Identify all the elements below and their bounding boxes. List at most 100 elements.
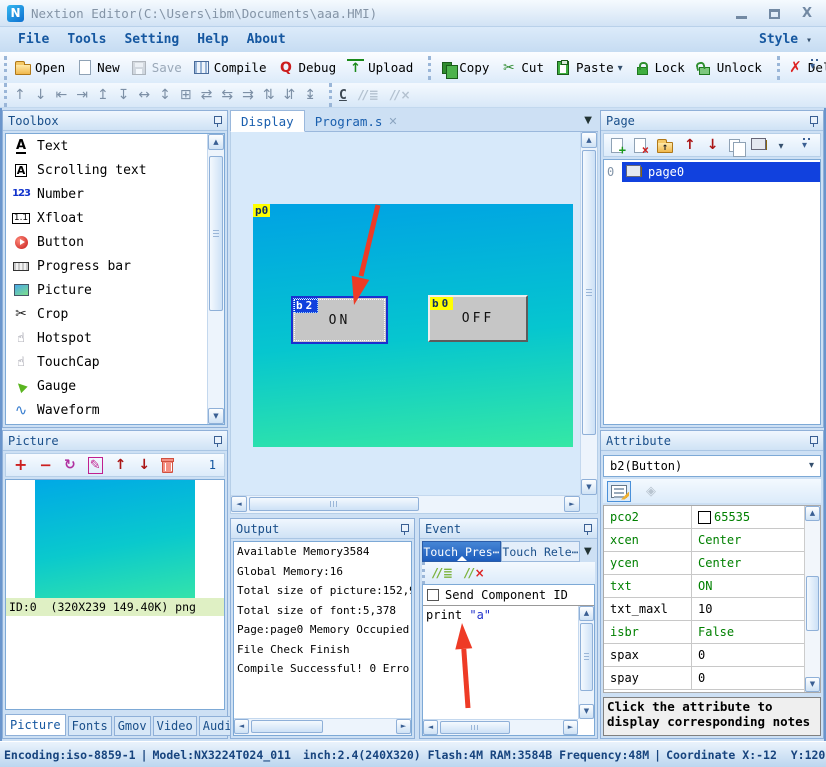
scroll-up-button[interactable]: ▲ (579, 606, 594, 621)
toolbox-item-progress-bar[interactable]: Progress bar (6, 254, 224, 278)
scrollbar-thumb[interactable] (251, 720, 323, 733)
move-page-down-icon[interactable] (707, 138, 719, 152)
align-top-icon[interactable]: ↥ (97, 88, 109, 102)
attribute-row-spax[interactable]: spax 0 (604, 644, 804, 667)
menu-style[interactable]: Style (759, 32, 812, 47)
tab-touch-press[interactable]: Touch Pres⋯ (422, 541, 501, 562)
menu-tools[interactable]: Tools (67, 32, 106, 47)
send-component-id-checkbox[interactable] (427, 589, 439, 601)
category-view-button[interactable] (639, 481, 663, 502)
attribute-row-txt-maxl[interactable]: txt_maxl 10 (604, 598, 804, 621)
menu-help[interactable]: Help (197, 32, 228, 47)
chevron-down-icon[interactable] (809, 461, 814, 471)
tab-fonts[interactable]: Fonts (68, 716, 112, 736)
uncomment-lines-icon[interactable]: // (465, 566, 485, 580)
attribute-row-spay[interactable]: spay 0 (604, 667, 804, 690)
attribute-row-ycen[interactable]: ycen Center (604, 552, 804, 575)
page-toolbar-overflow-button[interactable] (801, 137, 813, 153)
scroll-left-button[interactable]: ◄ (423, 720, 438, 735)
center-horizontal-icon[interactable]: ↔ (138, 88, 150, 102)
move-picture-up-icon[interactable] (115, 458, 127, 472)
canvas-horizontal-scrollbar[interactable]: ◄ ► (231, 495, 580, 513)
pin-icon[interactable] (809, 115, 818, 127)
attribute-row-xcen[interactable]: xcen Center (604, 529, 804, 552)
import-page-icon[interactable] (657, 142, 673, 153)
debug-button[interactable]: Debug (277, 59, 336, 76)
event-code-editor[interactable]: print "a" ▲ ▼ ◄ ► (423, 605, 594, 735)
tab-list-dropdown-icon[interactable]: ▼ (584, 115, 598, 126)
scroll-up-button[interactable]: ▲ (581, 132, 597, 148)
scrollbar-thumb[interactable] (806, 576, 819, 631)
canvas-vertical-scrollbar[interactable]: ▲ ▼ (580, 132, 597, 495)
maximize-button[interactable] (769, 9, 780, 19)
code-c-button[interactable]: C (339, 88, 347, 103)
component-selector[interactable]: b2(Button) (603, 455, 821, 477)
attribute-scrollbar[interactable]: ▲ ▼ (804, 506, 820, 692)
picture-thumbnail[interactable] (35, 480, 195, 598)
cut-button[interactable]: Cut (500, 59, 544, 76)
event-tabs-dropdown-icon[interactable]: ▼ (584, 546, 592, 557)
pin-icon[interactable] (213, 435, 222, 447)
toolbox-item-scrolling-text[interactable]: Scrolling text (6, 158, 224, 182)
send-component-id-row[interactable]: Send Component ID (423, 585, 594, 605)
event-horizontal-scrollbar[interactable]: ◄ ► (423, 719, 578, 735)
compile-button[interactable]: Compile (193, 59, 267, 76)
tab-picture[interactable]: Picture (5, 714, 66, 736)
scrollbar-thumb[interactable] (580, 623, 593, 691)
menu-file[interactable]: File (18, 32, 49, 47)
scroll-left-button[interactable]: ◄ (234, 719, 249, 734)
color-swatch[interactable] (698, 511, 711, 524)
page-view-dropdown-icon[interactable] (778, 139, 783, 152)
design-canvas[interactable]: p0 b2 ON b0 OFF ▲ ▼ ◄ ► (230, 132, 598, 514)
toolbox-item-text[interactable]: Text (6, 134, 224, 158)
new-button[interactable]: New (76, 59, 120, 76)
scroll-left-button[interactable]: ◄ (231, 496, 247, 512)
scrollbar-thumb[interactable] (249, 497, 419, 511)
move-page-up-icon[interactable] (684, 138, 696, 152)
scroll-down-button[interactable]: ▼ (579, 704, 594, 719)
page-list-item[interactable]: 0 page0 (604, 162, 820, 182)
copy-page-icon[interactable] (729, 139, 740, 152)
page-item-selected[interactable]: page0 (622, 162, 820, 182)
tab-video[interactable]: Video (153, 716, 197, 736)
open-button[interactable]: Open (14, 59, 65, 76)
toolbox-item-gauge[interactable]: Gauge (6, 374, 224, 398)
copy-button[interactable]: Copy (438, 59, 489, 76)
unlock-button[interactable]: Unlock (696, 59, 762, 76)
picture-caption[interactable]: ID:0 (320X239 149.40K) png (6, 598, 224, 616)
off-button-component[interactable]: b0 OFF (428, 295, 528, 342)
tab-gmov[interactable]: Gmov (114, 716, 151, 736)
add-page-icon[interactable] (611, 138, 623, 153)
scroll-right-button[interactable]: ► (396, 719, 411, 734)
attribute-row-txt[interactable]: txt ON (604, 575, 804, 598)
add-picture-icon[interactable] (14, 457, 27, 473)
toolbox-item-waveform[interactable]: Waveform (6, 398, 224, 422)
output-horizontal-scrollbar[interactable]: ◄ ► (234, 718, 411, 735)
toolbar-overflow-button[interactable] (809, 58, 821, 74)
same-size-icon[interactable]: ⊞ (180, 88, 192, 102)
scrollbar-thumb[interactable] (440, 721, 510, 734)
delete-page-icon[interactable] (634, 138, 646, 153)
toolbox-item-picture[interactable]: Picture (6, 278, 224, 302)
scrollbar-thumb[interactable] (582, 150, 596, 435)
tab-touch-release[interactable]: Touch Rele⋯ (501, 541, 580, 562)
comment-lines-icon[interactable]: // (359, 88, 379, 102)
pin-icon[interactable] (213, 115, 222, 127)
scroll-right-button[interactable]: ► (563, 720, 578, 735)
send-backward-icon[interactable]: ↓ (35, 88, 47, 102)
align-right-icon[interactable]: ⇥ (76, 88, 88, 102)
menu-about[interactable]: About (247, 32, 286, 47)
delete-all-pictures-icon[interactable] (162, 460, 173, 473)
align-left-icon[interactable]: ⇤ (55, 88, 67, 102)
comment-lines-icon[interactable]: // (433, 566, 453, 580)
paste-button[interactable]: Paste (555, 59, 623, 76)
pin-icon[interactable] (583, 523, 592, 535)
toolbox-scrollbar[interactable]: ▲ ▼ (207, 134, 224, 424)
toolbox-item-hotspot[interactable]: Hotspot (6, 326, 224, 350)
property-view-button[interactable] (607, 481, 631, 502)
align-bottom-icon[interactable]: ↧ (118, 88, 130, 102)
uncomment-lines-icon[interactable]: // (391, 88, 411, 102)
center-vertical-icon[interactable]: ↕ (159, 88, 171, 102)
scrollbar-thumb[interactable] (209, 156, 223, 311)
space-increase-h-icon[interactable]: ⇉ (242, 88, 254, 102)
